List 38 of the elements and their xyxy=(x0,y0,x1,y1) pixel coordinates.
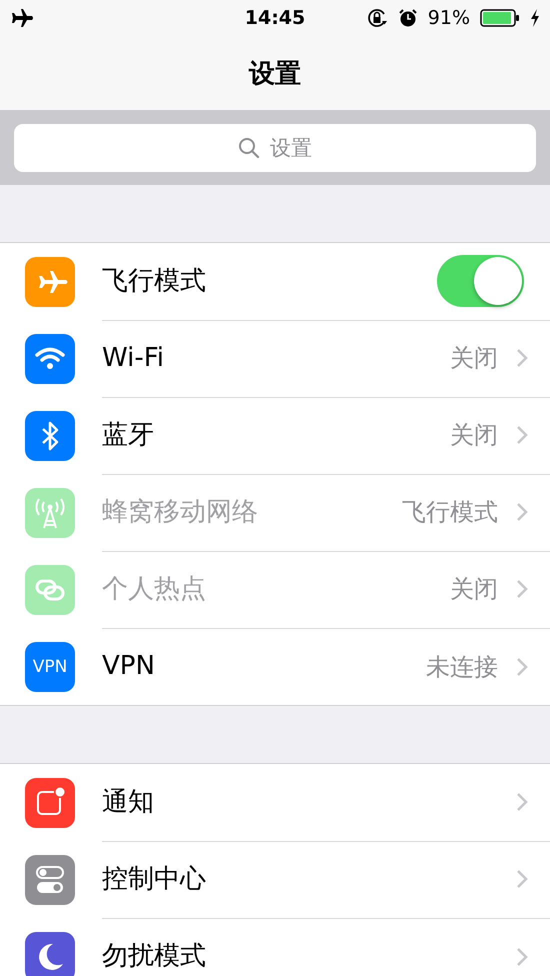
row-value: 关闭 xyxy=(450,574,498,605)
airplane-icon xyxy=(10,8,34,28)
chevron-icon xyxy=(516,425,528,445)
toggle-switch[interactable] xyxy=(437,255,524,307)
status-time: 14:45 xyxy=(244,7,306,29)
search-icon xyxy=(238,137,260,159)
page-title: 设置 xyxy=(249,58,301,90)
battery-percentage: 91% xyxy=(428,7,470,29)
settings-item[interactable]: VPN xyxy=(102,652,155,681)
chevron-icon xyxy=(516,946,528,966)
chevron-icon xyxy=(516,502,528,522)
settings-item[interactable]: 控制中心 xyxy=(102,864,206,894)
switches-icon xyxy=(25,854,75,904)
settings-item[interactable]: 蓝牙 xyxy=(102,420,154,450)
chevron-icon xyxy=(516,656,528,676)
battery-icon xyxy=(480,9,520,27)
rotation-lock-icon xyxy=(366,7,388,29)
row-value: 飞行模式 xyxy=(402,497,498,528)
alarm-clock-icon xyxy=(398,8,418,28)
antenna-icon xyxy=(25,488,75,538)
bluetooth-icon xyxy=(25,410,75,460)
settings-item[interactable]: Wi-Fi xyxy=(102,344,164,372)
notification-icon xyxy=(25,778,75,828)
chevron-icon xyxy=(516,869,528,889)
wifi-icon xyxy=(25,334,75,384)
chevron-icon xyxy=(516,792,528,812)
settings-item[interactable]: 勿扰模式 xyxy=(102,942,206,971)
settings-item[interactable]: 飞行模式 xyxy=(102,266,206,296)
row-value: 关闭 xyxy=(450,343,498,374)
settings-item[interactable]: 通知 xyxy=(102,788,154,816)
airplane-icon xyxy=(25,256,75,306)
chain-link-icon xyxy=(25,564,75,614)
chevron-icon xyxy=(516,579,528,599)
row-value: 关闭 xyxy=(450,420,498,451)
chevron-icon xyxy=(516,348,528,368)
vpn-icon: VPN xyxy=(25,642,75,692)
charging-bolt-icon xyxy=(530,9,540,27)
row-value: 未连接 xyxy=(426,652,498,682)
